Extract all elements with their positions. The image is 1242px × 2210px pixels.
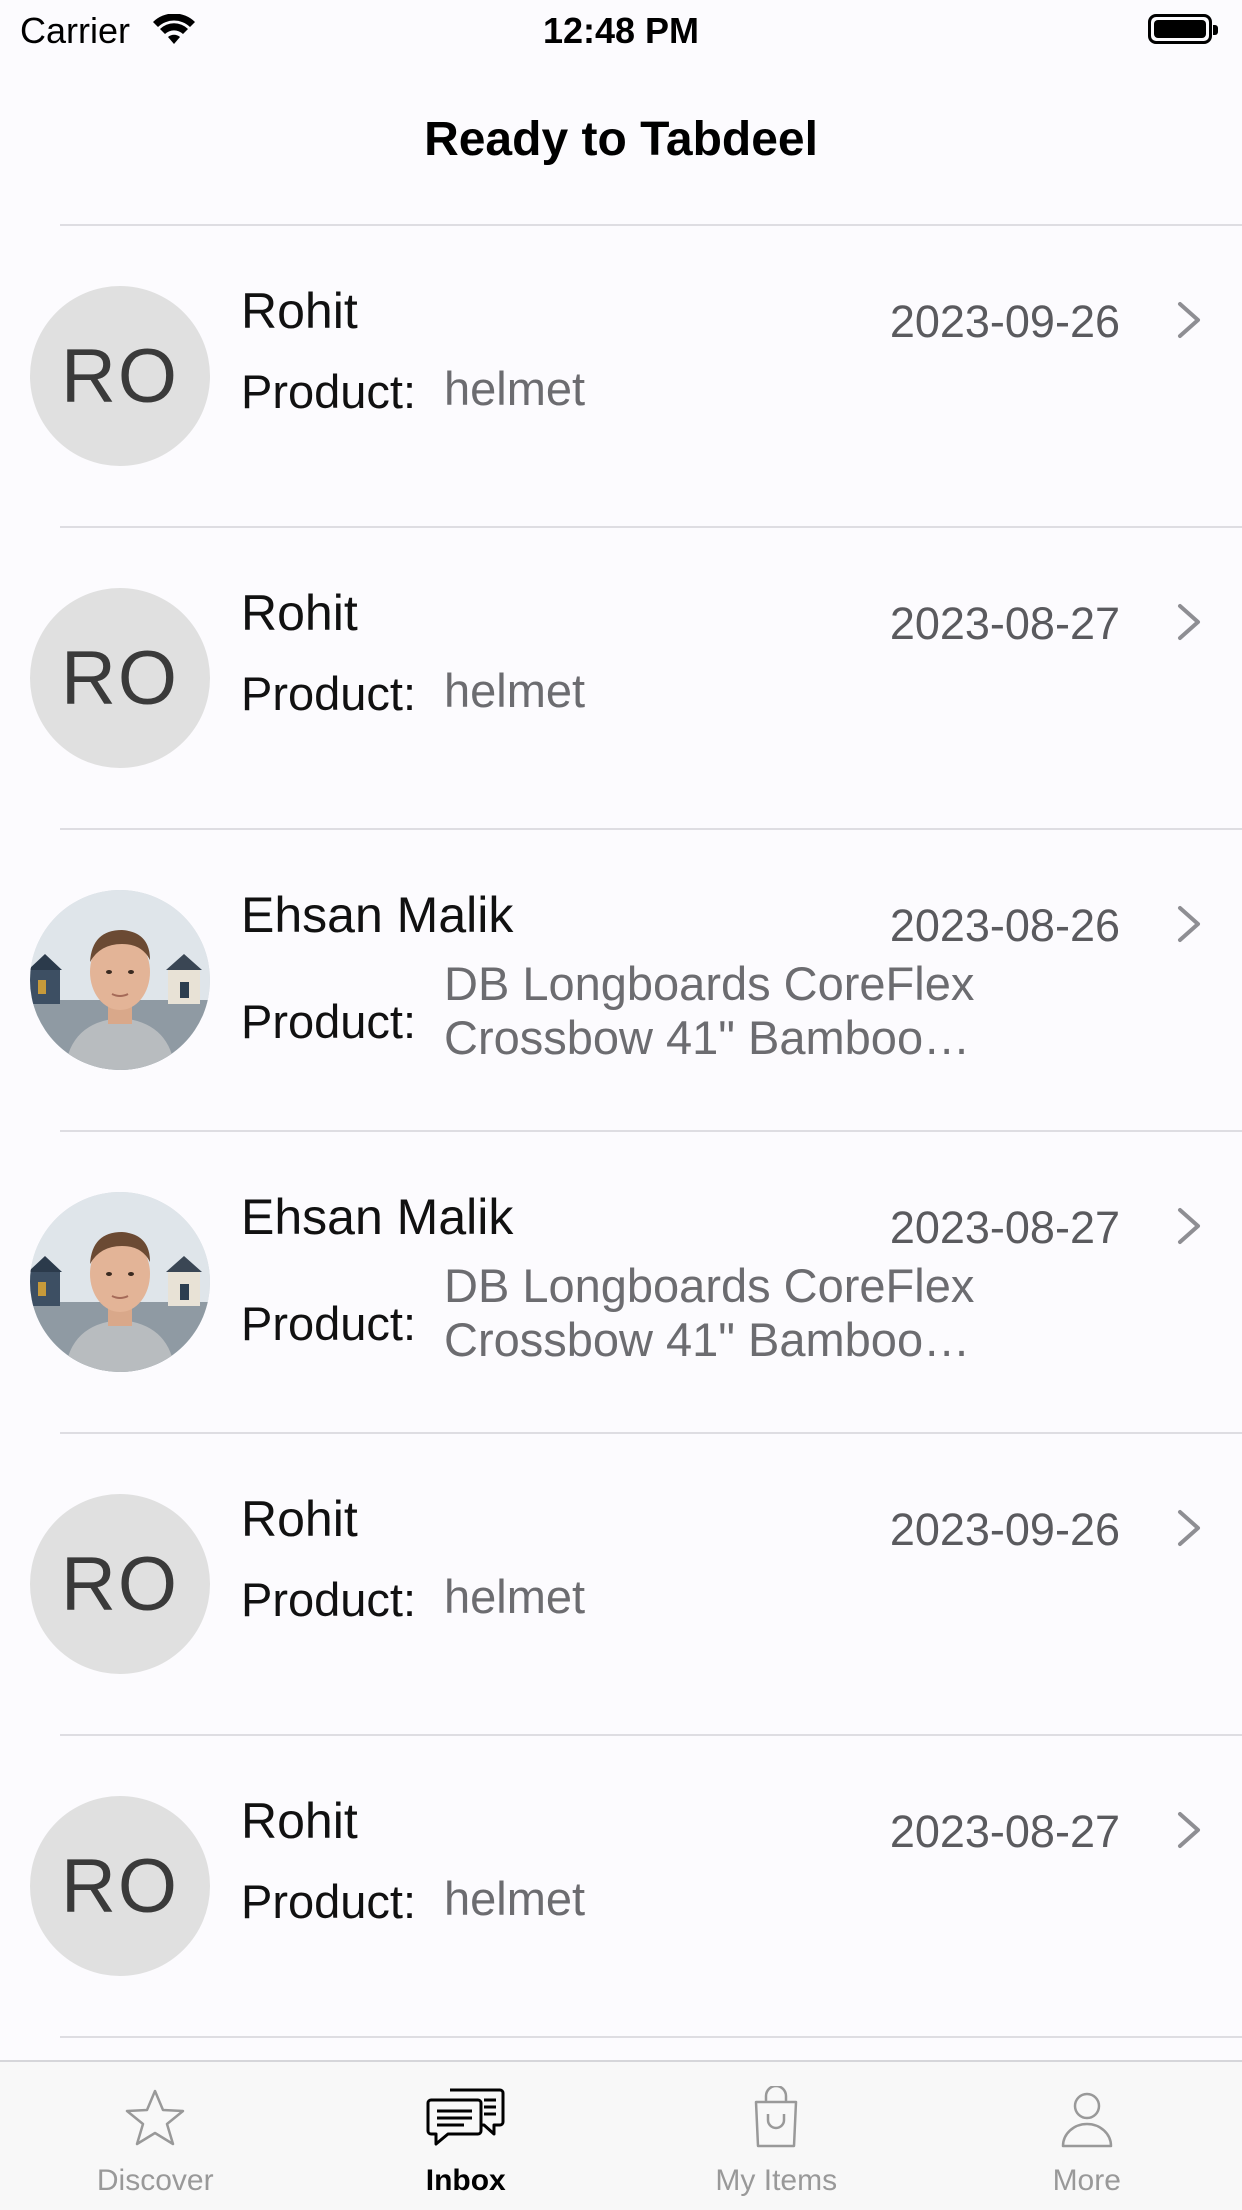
avatar: [30, 890, 210, 1070]
tab-inbox[interactable]: Inbox: [311, 2062, 622, 2210]
product-name: helmet: [444, 1570, 1144, 1624]
chat-icon: [426, 2086, 506, 2155]
product-name: helmet: [444, 664, 1144, 718]
chevron-right-icon: [1174, 602, 1204, 647]
product-label: Product:: [241, 1874, 416, 1929]
date-label: 2023-08-27: [890, 1806, 1120, 1858]
user-name: Rohit: [241, 1792, 358, 1850]
tab-my-items[interactable]: My Items: [621, 2062, 932, 2210]
date-label: 2023-08-27: [890, 598, 1120, 650]
conversation-list: RO Rohit 2023-09-26 Product: helmet RO R…: [0, 224, 1242, 2098]
product-label: Product:: [241, 994, 416, 1049]
list-item[interactable]: RO Rohit 2023-09-26 Product: helmet: [60, 224, 1242, 526]
chevron-right-icon: [1174, 1810, 1204, 1855]
tab-label: Inbox: [311, 2164, 622, 2198]
chevron-right-icon: [1174, 1206, 1204, 1251]
list-item[interactable]: Ehsan Malik 2023-08-26 Product: DB Longb…: [60, 828, 1242, 1130]
tab-discover[interactable]: Discover: [0, 2062, 311, 2210]
status-bar: Carrier 12:48 PM: [0, 0, 1242, 62]
tab-more[interactable]: More: [932, 2062, 1242, 2210]
list-item[interactable]: Ehsan Malik 2023-08-27 Product: DB Longb…: [60, 1130, 1242, 1432]
page-title: Ready to Tabdeel: [0, 112, 1242, 167]
product-label: Product:: [241, 364, 416, 419]
user-name: Rohit: [241, 282, 358, 340]
person-icon: [1055, 2086, 1119, 2155]
clock: 12:48 PM: [0, 10, 1242, 52]
date-label: 2023-09-26: [890, 1504, 1120, 1556]
product-label: Product:: [241, 1296, 416, 1351]
date-label: 2023-08-27: [890, 1202, 1120, 1254]
product-label: Product:: [241, 1572, 416, 1627]
list-item[interactable]: RO Rohit 2023-08-27 Product: helmet: [60, 1734, 1242, 2036]
product-name: DB Longboards CoreFlex Crossbow 41" Bamb…: [444, 1259, 1144, 1367]
list-item[interactable]: RO Rohit 2023-08-27 Product: helmet: [60, 526, 1242, 828]
product-label: Product:: [241, 666, 416, 721]
product-name: DB Longboards CoreFlex Crossbow 41" Bamb…: [444, 957, 1144, 1065]
chevron-right-icon: [1174, 300, 1204, 345]
avatar: RO: [30, 1494, 210, 1674]
user-name: Rohit: [241, 1490, 358, 1548]
user-name: Ehsan Malik: [241, 1188, 513, 1246]
shopping-bag-icon: [744, 2086, 808, 2155]
tab-label: More: [932, 2164, 1242, 2198]
user-name: Rohit: [241, 584, 358, 642]
avatar: RO: [30, 588, 210, 768]
star-icon: [123, 2086, 187, 2155]
user-name: Ehsan Malik: [241, 886, 513, 944]
chevron-right-icon: [1174, 1508, 1204, 1553]
list-item[interactable]: RO Rohit 2023-09-26 Product: helmet: [60, 1432, 1242, 1734]
tab-label: My Items: [621, 2164, 932, 2198]
chevron-right-icon: [1174, 904, 1204, 949]
tab-bar: Discover Inbox My Items: [0, 2060, 1242, 2210]
date-label: 2023-08-26: [890, 900, 1120, 952]
tab-label: Discover: [0, 2164, 311, 2198]
avatar: RO: [30, 1796, 210, 1976]
avatar: RO: [30, 286, 210, 466]
product-name: helmet: [444, 1872, 1144, 1926]
avatar: [30, 1192, 210, 1372]
battery-icon: [1148, 14, 1212, 44]
product-name: helmet: [444, 362, 1144, 416]
date-label: 2023-09-26: [890, 296, 1120, 348]
